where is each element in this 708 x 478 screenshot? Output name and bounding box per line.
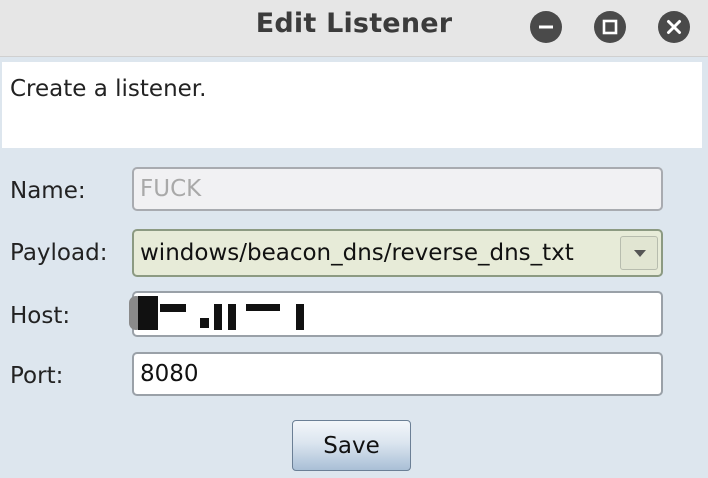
host-label: Host: (10, 303, 71, 329)
description-panel: Create a listener. (2, 62, 702, 148)
save-button[interactable]: Save (292, 420, 411, 471)
description-text: Create a listener. (10, 76, 207, 102)
payload-label: Payload: (10, 240, 108, 266)
chevron-down-icon[interactable] (620, 236, 658, 270)
close-icon (667, 20, 681, 34)
minimize-button[interactable] (530, 11, 562, 43)
port-field[interactable] (132, 352, 663, 396)
maximize-button[interactable] (594, 11, 626, 43)
host-field[interactable] (132, 291, 663, 337)
minimize-icon (539, 25, 553, 29)
name-label: Name: (10, 178, 86, 204)
maximize-icon (602, 19, 618, 35)
name-field[interactable] (132, 167, 663, 211)
title-bar[interactable]: Edit Listener (0, 0, 708, 57)
payload-select[interactable]: windows/beacon_dns/reverse_dns_txt (132, 229, 663, 277)
close-button[interactable] (658, 11, 690, 43)
port-label: Port: (10, 363, 64, 389)
payload-selected-value: windows/beacon_dns/reverse_dns_txt (140, 240, 574, 266)
